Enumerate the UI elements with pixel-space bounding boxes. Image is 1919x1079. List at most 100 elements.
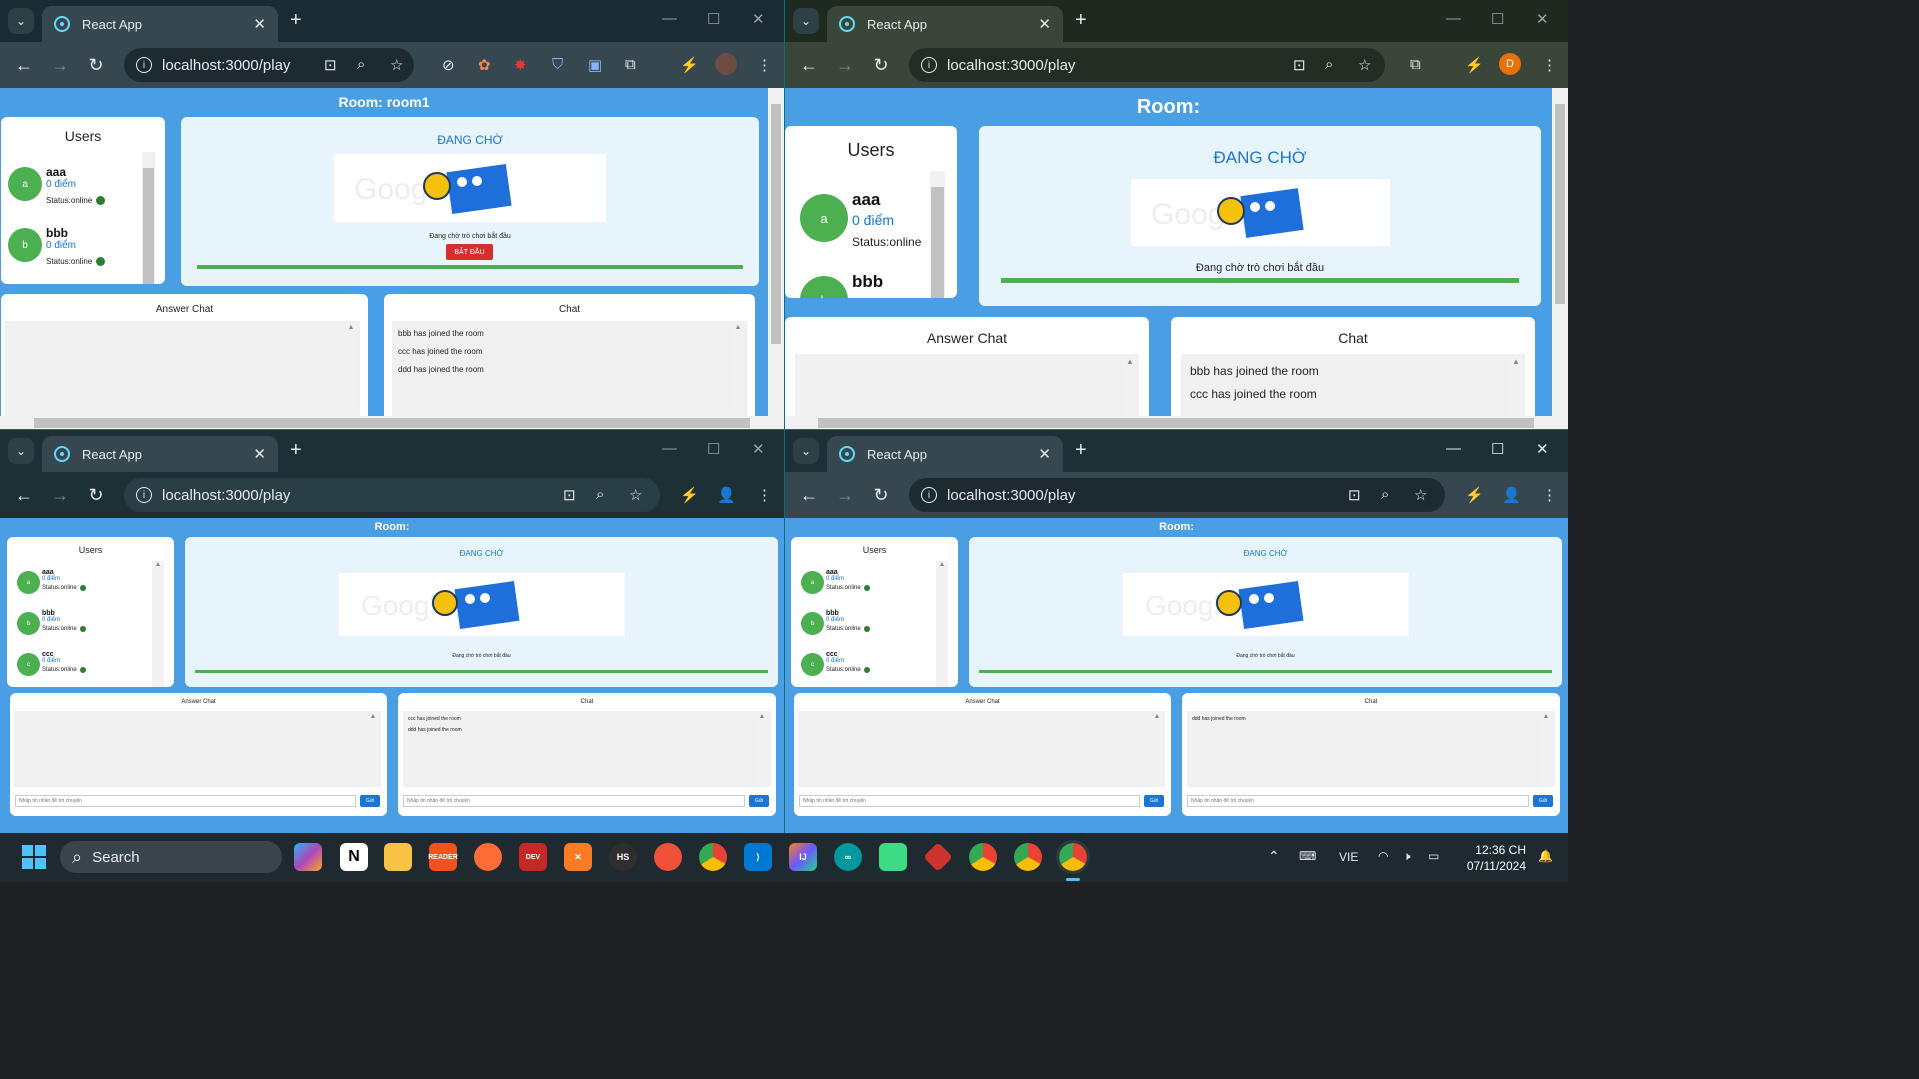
bookmark-star-icon[interactable]: ☆ [1414, 486, 1427, 504]
back-button[interactable]: ← [6, 485, 42, 506]
extensions-puzzle-icon[interactable]: ⧉ [1410, 56, 1421, 73]
xampp-icon[interactable]: ✕ [564, 843, 592, 871]
answer-chat-box[interactable] [5, 321, 360, 416]
answer-chat-scrollbar[interactable]: ▲ [1151, 713, 1163, 785]
keyboard-icon[interactable]: ⌨ [1299, 849, 1316, 863]
zoom-icon[interactable]: ⌕ [1325, 56, 1333, 73]
users-scrollbar[interactable] [930, 171, 945, 298]
chat-send-button[interactable]: Gửi [1533, 795, 1553, 807]
reload-button[interactable]: ↻ [78, 55, 114, 76]
maximize-button[interactable]: ☐ [1491, 10, 1504, 28]
forward-button[interactable]: → [42, 55, 78, 76]
zoom-icon[interactable]: ⌕ [357, 56, 365, 73]
chat-send-button[interactable]: Gửi [749, 795, 769, 807]
answer-chat-scrollbar[interactable]: ▲ [367, 713, 379, 785]
chrome-icon[interactable] [1014, 843, 1042, 871]
show-hidden-icons-chevron-icon[interactable]: ⌃ [1268, 848, 1280, 865]
answer-chat-box[interactable] [795, 354, 1139, 416]
chat-box[interactable]: ddd has joined the room [1187, 711, 1555, 787]
minimize-button[interactable]: — [662, 440, 677, 457]
zoom-icon[interactable]: ⌕ [1381, 486, 1389, 503]
copilot-icon[interactable] [294, 843, 322, 871]
postman-icon[interactable] [474, 843, 502, 871]
browser-tab[interactable]: React App ✕ [42, 436, 278, 472]
menu-kebab-icon[interactable]: ⋮ [757, 486, 772, 504]
taskbar-search[interactable]: ⌕ Search [60, 841, 282, 873]
forward-button[interactable]: → [42, 485, 78, 506]
menu-kebab-icon[interactable]: ⋮ [757, 56, 772, 74]
minimize-button[interactable]: — [1446, 440, 1461, 457]
users-scrollbar[interactable] [142, 152, 155, 284]
chat-box[interactable]: bbb has joined the room ccc has joined t… [1181, 354, 1525, 416]
maximize-button[interactable]: ☐ [707, 440, 720, 458]
jetbrains-icon[interactable]: IJ [789, 843, 817, 871]
android-studio-icon[interactable] [879, 843, 907, 871]
swift-icon[interactable] [654, 843, 682, 871]
chat-box[interactable]: ccc has joined the room ddd has joined t… [403, 711, 771, 787]
install-app-icon[interactable]: ⊡ [1293, 56, 1306, 74]
volume-muted-icon[interactable]: 🕨 [1403, 849, 1411, 864]
maximize-button[interactable]: ☐ [707, 10, 720, 28]
minimize-button[interactable]: — [1446, 10, 1461, 27]
extension-compass-icon[interactable]: ⊘ [442, 56, 455, 74]
reload-button[interactable]: ↻ [863, 55, 899, 76]
zoom-icon[interactable]: ⌕ [596, 486, 604, 503]
notion-icon[interactable]: N [340, 843, 368, 871]
profile-avatar[interactable] [715, 53, 737, 75]
close-window-button[interactable]: ✕ [1536, 440, 1549, 458]
chat-scrollbar[interactable]: ▲ [732, 324, 744, 414]
address-bar[interactable]: i localhost:3000/play [909, 48, 1385, 82]
performance-icon[interactable]: ⚡ [1465, 486, 1484, 504]
dev-cpp-icon[interactable]: DEV [519, 843, 547, 871]
page-vertical-scrollbar[interactable] [1552, 88, 1568, 416]
site-info-icon[interactable]: i [921, 57, 937, 73]
reload-button[interactable]: ↻ [863, 485, 899, 506]
browser-tab[interactable]: React App ✕ [827, 436, 1063, 472]
bookmark-star-icon[interactable]: ☆ [629, 486, 642, 504]
back-button[interactable]: ← [791, 55, 827, 76]
chrome-icon[interactable] [699, 843, 727, 871]
battery-icon[interactable]: ▭ [1428, 849, 1439, 863]
file-explorer-icon[interactable] [384, 843, 412, 871]
tab-search-button[interactable]: ⌄ [793, 438, 819, 464]
install-app-icon[interactable]: ⊡ [563, 486, 576, 504]
install-app-icon[interactable]: ⊡ [324, 56, 337, 74]
notification-bell-icon[interactable]: 🔔 [1538, 849, 1553, 863]
tab-search-button[interactable]: ⌄ [8, 8, 34, 34]
bookmark-star-icon[interactable]: ☆ [390, 56, 403, 74]
performance-icon[interactable]: ⚡ [680, 56, 699, 74]
address-bar[interactable]: i localhost:3000/play [124, 48, 414, 82]
chrome-active-icon[interactable] [1056, 840, 1090, 874]
site-info-icon[interactable]: i [921, 487, 937, 503]
chat-input[interactable] [1187, 795, 1529, 807]
menu-kebab-icon[interactable]: ⋮ [1542, 56, 1557, 74]
new-tab-button[interactable]: + [1075, 9, 1087, 32]
performance-icon[interactable]: ⚡ [1465, 56, 1484, 74]
users-scrollbar[interactable]: ▲ [936, 561, 948, 687]
answer-input[interactable] [799, 795, 1140, 807]
close-tab-icon[interactable]: ✕ [1038, 15, 1051, 33]
close-window-button[interactable]: ✕ [752, 10, 765, 28]
extension-shield-icon[interactable]: ⛉ [552, 56, 563, 73]
close-tab-icon[interactable]: ✕ [1038, 445, 1051, 463]
users-scrollbar[interactable]: ▲ [152, 561, 164, 687]
close-window-button[interactable]: ✕ [1536, 10, 1549, 28]
chrome-profile-icon[interactable] [969, 843, 997, 871]
hs-icon[interactable]: HS [609, 843, 637, 871]
new-tab-button[interactable]: + [1075, 439, 1087, 462]
windows-start-icon[interactable] [20, 843, 48, 871]
site-info-icon[interactable]: i [136, 57, 152, 73]
wifi-icon[interactable]: ◠ [1378, 849, 1388, 863]
back-button[interactable]: ← [791, 485, 827, 506]
minimize-button[interactable]: — [662, 10, 677, 27]
clock[interactable]: 12:36 CH 07/11/2024 [1467, 842, 1526, 874]
extension-translate-icon[interactable]: ▣ [588, 56, 602, 74]
profile-person-icon[interactable]: 👤 [717, 486, 736, 504]
maximize-button[interactable]: ☐ [1491, 440, 1504, 458]
answer-chat-scrollbar[interactable]: ▲ [1123, 357, 1137, 416]
chat-box[interactable]: bbb has joined the room ccc has joined t… [392, 321, 747, 416]
answer-input[interactable] [15, 795, 356, 807]
answer-send-button[interactable]: Gửi [360, 795, 380, 807]
browser-tab[interactable]: React App ✕ [827, 6, 1063, 42]
chat-scrollbar[interactable]: ▲ [1509, 357, 1523, 416]
